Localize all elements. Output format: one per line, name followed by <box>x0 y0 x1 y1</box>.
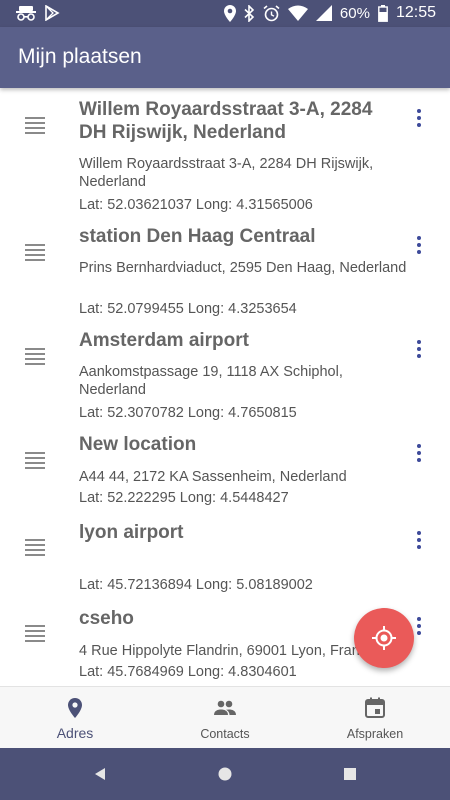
nav-item-contacts[interactable]: Contacts <box>150 687 300 749</box>
more-options-icon[interactable] <box>415 236 423 257</box>
gps-locate-icon <box>372 626 396 650</box>
system-navigation-bar <box>0 748 450 800</box>
place-coordinates: Lat: 52.3070782 Long: 4.7650815 <box>79 405 297 421</box>
list-item[interactable]: Amsterdam airport Aankomstpassage 19, 11… <box>0 319 450 423</box>
list-item[interactable]: lyon airport Lat: 45.72136894 Long: 5.08… <box>0 509 450 595</box>
incognito-icon <box>16 6 36 21</box>
list-item[interactable]: station Den Haag Centraal Prins Bernhard… <box>0 215 450 319</box>
app-bar: Mijn plaatsen <box>0 27 450 88</box>
location-pin-icon <box>68 698 82 718</box>
wifi-icon <box>287 5 308 21</box>
place-address: Aankomstpassage 19, 1118 AX Schiphol, Ne… <box>79 364 343 398</box>
nav-item-afspraken[interactable]: Afspraken <box>300 687 450 749</box>
place-title: lyon airport <box>79 522 184 543</box>
more-options-icon[interactable] <box>415 340 423 361</box>
place-title: cseho <box>79 608 134 629</box>
drag-handle-icon[interactable] <box>25 452 45 472</box>
place-coordinates: Lat: 45.7684969 Long: 4.8304601 <box>79 664 297 680</box>
alarm-icon <box>263 4 280 21</box>
place-coordinates: Lat: 52.03621037 Long: 4.31565006 <box>79 197 313 213</box>
more-options-icon[interactable] <box>415 617 423 638</box>
place-title: New location <box>79 434 197 455</box>
place-title: station Den Haag Centraal <box>79 226 316 247</box>
nav-label: Afspraken <box>346 727 404 741</box>
place-coordinates: Lat: 45.72136894 Long: 5.08189002 <box>79 577 313 593</box>
bottom-navigation: Adres Contacts Afspraken <box>0 686 450 749</box>
place-coordinates: Lat: 52.0799455 Long: 4.3253654 <box>79 301 297 317</box>
place-title: Amsterdam airport <box>79 330 249 351</box>
drag-handle-icon[interactable] <box>25 348 45 368</box>
drag-handle-icon[interactable] <box>25 117 45 137</box>
clock: 12:55 <box>395 4 436 21</box>
place-address: Willem Royaardsstraat 3-A, 2284 DH Rijsw… <box>79 156 374 190</box>
place-address: Prins Bernhardviaduct, 2595 Den Haag, Ne… <box>79 260 407 276</box>
battery-percentage: 60% <box>339 4 370 22</box>
more-options-icon[interactable] <box>415 109 423 130</box>
location-icon <box>223 4 236 22</box>
drag-handle-icon[interactable] <box>25 539 45 559</box>
place-coordinates: Lat: 52.222295 Long: 4.5448427 <box>79 490 289 506</box>
drag-handle-icon[interactable] <box>25 244 45 264</box>
bluetooth-icon <box>244 4 255 22</box>
back-icon[interactable] <box>93 767 107 781</box>
drag-handle-icon[interactable] <box>25 625 45 645</box>
places-list[interactable]: Willem Royaardsstraat 3-A, 2284 DH Rijsw… <box>0 88 450 686</box>
play-store-icon <box>45 5 60 21</box>
battery-icon <box>378 4 388 22</box>
signal-icon <box>315 5 332 21</box>
locate-me-button[interactable] <box>354 608 414 668</box>
nav-item-adres[interactable]: Adres <box>0 687 150 749</box>
recents-icon[interactable] <box>343 767 357 781</box>
status-bar: 60% 12:55 <box>0 0 450 27</box>
nav-label: Adres <box>56 725 94 741</box>
more-options-icon[interactable] <box>415 444 423 465</box>
place-title: Willem Royaardsstraat 3-A, 2284 DH Rijsw… <box>79 99 373 143</box>
place-address: A44 44, 2172 KA Sassenheim, Nederland <box>79 469 347 485</box>
nav-label: Contacts <box>200 727 250 741</box>
people-icon <box>214 700 236 715</box>
page-title: Mijn plaatsen <box>18 45 142 68</box>
calendar-icon <box>365 697 385 718</box>
home-icon[interactable] <box>218 767 232 781</box>
list-item[interactable]: Willem Royaardsstraat 3-A, 2284 DH Rijsw… <box>0 88 450 213</box>
list-item[interactable]: New location A44 44, 2172 KA Sassenheim,… <box>0 423 450 509</box>
more-options-icon[interactable] <box>415 531 423 552</box>
